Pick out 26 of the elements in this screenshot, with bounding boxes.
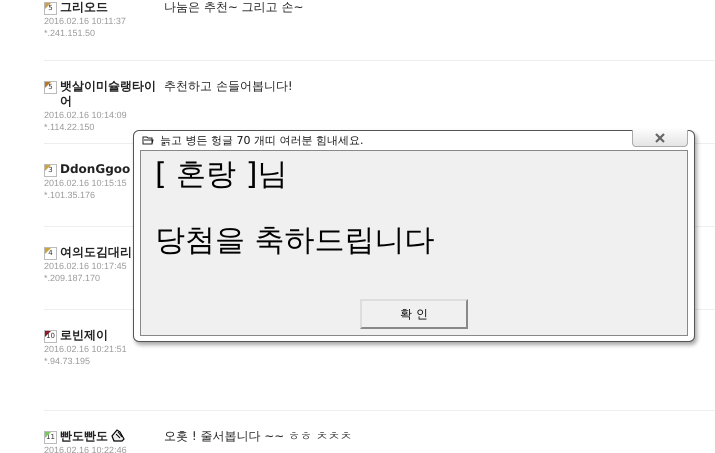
comment-datetime: 2016.02.16 10:21:51 (44, 343, 128, 355)
close-icon (653, 133, 667, 143)
user-name[interactable]: DdonGgoo (60, 162, 130, 177)
close-button[interactable] (632, 130, 688, 147)
comment-datetime: 2016.02.16 10:14:09 (44, 109, 128, 121)
comment-datetime: 2016.02.16 10:15:15 (44, 177, 128, 189)
ip-address: *.94.73.195 (44, 355, 92, 367)
comment-text: 나눔은 추천~ 그리고 손~ (164, 0, 304, 15)
window-title: 늙고 병든 헝글 70 개띠 여러분 힘내세요. (160, 133, 364, 148)
winner-name: [ 혼랑 ]님 (155, 157, 288, 193)
comment-datetime: 2016.02.16 10:11:37 (44, 15, 127, 27)
user-name[interactable]: 여의도김대리 (60, 245, 132, 260)
user-name[interactable]: 로빈제이 (60, 328, 108, 343)
ip-address: *.114.22.150 (44, 121, 96, 133)
ip-address: *.101.35.176 (44, 189, 96, 201)
ok-button[interactable]: 확 인 (360, 299, 468, 329)
user-name[interactable]: 그리오드 (60, 0, 108, 15)
user-name[interactable]: 뱃살이미슐랭타이어 (60, 79, 162, 109)
comment-text: 추천하고 손들어봅니다! (164, 79, 293, 94)
comment-text: 오홋 ! 줄서봅니다 ~~ ㅎㅎ ㅊㅊㅊ (164, 429, 352, 444)
congratulation-message: 당첨을 축하드립니다 (155, 223, 436, 259)
ip-address: *.209.187.170 (44, 272, 102, 284)
user-name[interactable]: 빤도빤도 (60, 429, 108, 444)
comment-datetime: 2016.02.16 10:17:45 (44, 260, 128, 272)
ip-address: *.241.151.50 (44, 27, 96, 39)
comment-datetime: 2016.02.16 10:22:46 (44, 444, 128, 453)
